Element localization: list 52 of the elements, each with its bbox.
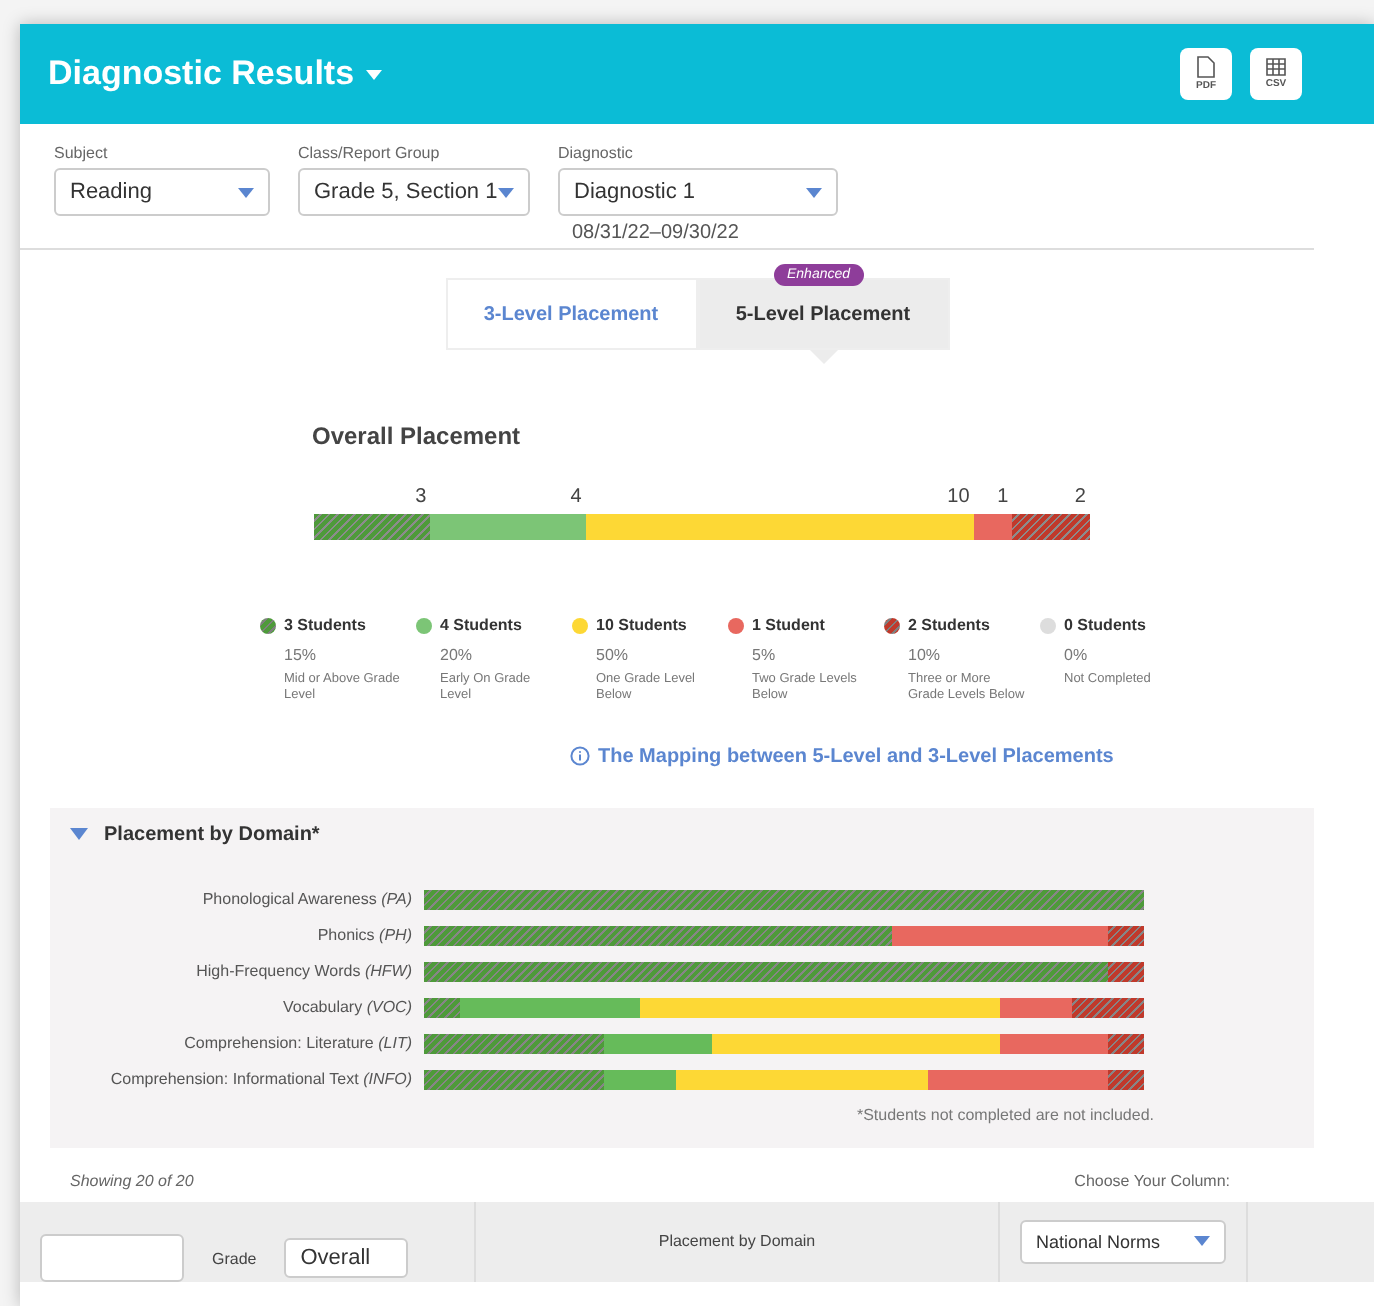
legend-count: 4 Students xyxy=(440,616,522,634)
legend-count: 3 Students xyxy=(284,616,366,634)
search-field[interactable] xyxy=(40,1233,184,1282)
caret-icon xyxy=(806,187,822,197)
filter-label: Class/Report Group xyxy=(298,144,442,162)
table-icon xyxy=(1266,58,1286,76)
count-label: 3 xyxy=(415,486,427,508)
domain-name: Comprehension: Informational Text (INFO) xyxy=(108,1070,414,1089)
legend-percent: 20% xyxy=(440,646,475,664)
filter-dropdown[interactable]: Reading xyxy=(54,168,270,216)
legend-percent: 15% xyxy=(284,646,319,664)
count-label: 1 xyxy=(997,486,1009,508)
caret-icon xyxy=(366,69,383,79)
legend-count: 2 Students xyxy=(908,616,990,634)
legend-percent: 0% xyxy=(1064,646,1090,664)
count-label: 10 xyxy=(947,486,970,508)
legend-count: 10 Students xyxy=(596,616,687,634)
filter-label: Diagnostic xyxy=(558,144,635,162)
column-dropdown[interactable]: National Norms xyxy=(1020,1219,1226,1264)
date-range: 08/31/22–09/30/22 xyxy=(572,222,741,244)
legend-percent: 50% xyxy=(596,646,631,664)
legend-count: 0 Students xyxy=(1064,616,1146,634)
section-title: Overall Placement xyxy=(312,422,523,450)
domain-name: Phonological Awareness (PA) xyxy=(200,890,414,909)
legend-count: 1 Student xyxy=(752,616,825,634)
placement-tab[interactable]: 5-Level Placement xyxy=(697,278,949,350)
grade-label: Grade xyxy=(212,1250,257,1269)
legend-percent: 10% xyxy=(908,646,943,664)
domain-toggle[interactable]: Placement by Domain* xyxy=(50,823,320,846)
column-heading: Placement by Domain xyxy=(658,1232,816,1251)
placement-tab[interactable]: 3-Level Placement xyxy=(445,278,697,350)
legend-percent: 5% xyxy=(752,646,778,664)
caret-icon xyxy=(238,187,254,197)
count-label: 4 xyxy=(570,486,582,508)
mapping-link[interactable]: The Mapping between 5-Level and 3-Level Placements xyxy=(570,745,1114,768)
domain-name: High-Frequency Words (HFW) xyxy=(194,962,414,981)
filter-dropdown[interactable]: Diagnostic 1 xyxy=(558,168,838,216)
domain-name: Phonics (PH) xyxy=(315,926,414,945)
filter-dropdown[interactable]: Grade 5, Section 1 xyxy=(298,168,530,216)
caret-icon xyxy=(498,187,514,197)
filter-label: Subject xyxy=(54,144,110,162)
footnote: *Students not completed are not included. xyxy=(854,1105,1154,1124)
domain-name: Comprehension: Literature (LIT) xyxy=(182,1034,414,1053)
info-icon xyxy=(570,746,590,767)
results-count: Showing 20 of 20 xyxy=(70,1171,194,1190)
domain-name: Vocabulary (VOC) xyxy=(281,998,414,1017)
caret-icon xyxy=(1194,1236,1210,1247)
caret-icon xyxy=(70,828,88,841)
column-chooser-label: Choose Your Column: xyxy=(1074,1171,1230,1190)
count-label: 2 xyxy=(1074,486,1086,508)
grade-dropdown[interactable]: Overall xyxy=(284,1237,409,1278)
document-icon xyxy=(1196,56,1216,78)
